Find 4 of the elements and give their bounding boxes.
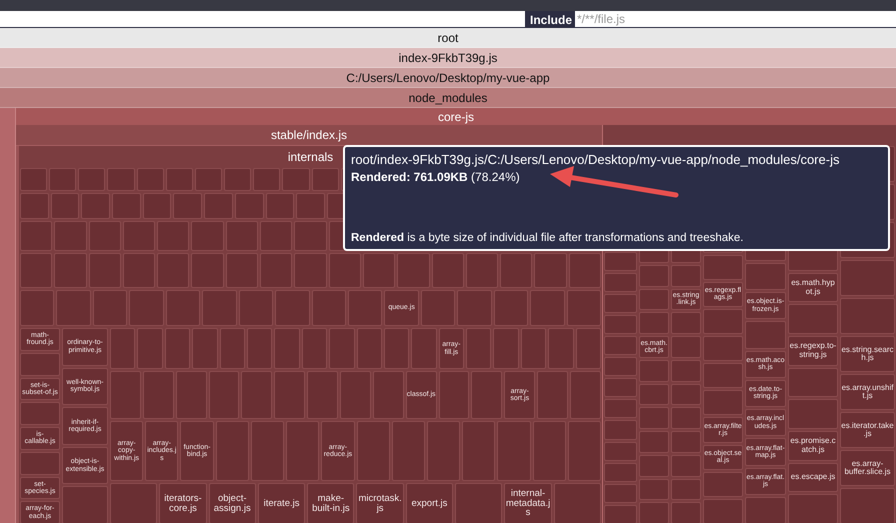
tooltip-note: Rendered is a byte size of individual file after transformations and treeshake. — [351, 232, 744, 244]
tooltip-path: root/index-9FkbT39g.js/C:/Users/Lenovo/Desktop/my-vue-app/node_modules/core-js — [351, 152, 840, 167]
include-label: Include — [528, 12, 573, 28]
rendered-size: Rendered: 761.09KB (78.24%) — [351, 170, 521, 184]
